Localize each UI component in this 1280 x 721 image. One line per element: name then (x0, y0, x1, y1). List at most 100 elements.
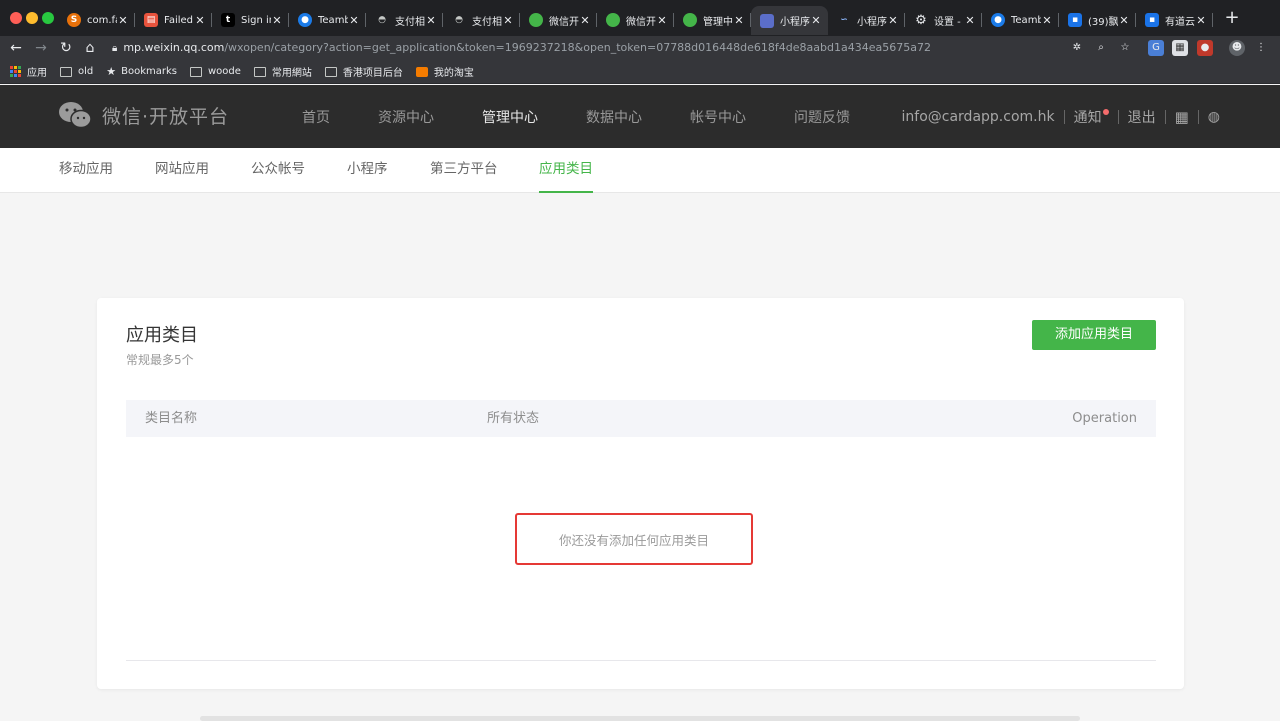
browser-tab[interactable]: ● Teamb ✕ (982, 7, 1059, 33)
browser-tab[interactable]: ▤ Failed ✕ (135, 7, 212, 33)
browser-tab[interactable]: 管理中 ✕ (674, 7, 751, 33)
divider (1117, 109, 1119, 124)
close-icon[interactable]: ✕ (810, 14, 822, 27)
close-icon[interactable]: ✕ (348, 14, 360, 27)
browser-tab[interactable]: t Sign in✕ (212, 7, 289, 33)
bookmark-label: 香港项目后台 (342, 68, 403, 79)
browser-tab[interactable]: ● Teamb ✕ (289, 7, 366, 33)
mail-icon: ▤ (144, 13, 158, 27)
translate-icon[interactable]: G (1148, 40, 1164, 56)
bookmark-folder[interactable]: ★ Bookmarks (106, 65, 177, 78)
minimize-window-button[interactable] (26, 12, 38, 24)
horizontal-scrollbar[interactable] (200, 716, 1080, 721)
tab-website-apps[interactable]: 网站应用 (155, 148, 209, 193)
zoom-icon[interactable]: ⌕ (1093, 40, 1109, 56)
tab-label: 微信开 (549, 16, 579, 28)
forward-icon[interactable]: → (32, 39, 50, 57)
back-icon[interactable]: ← (7, 39, 25, 57)
qr-extension-icon[interactable]: ▦ (1172, 40, 1188, 56)
close-icon[interactable]: ✕ (887, 14, 899, 27)
bookmark-folder[interactable]: 香港项目后台 (324, 64, 403, 79)
browser-tab[interactable]: ⚙ 设置 - ✕ (905, 7, 982, 33)
tab-mobile-apps[interactable]: 移动应用 (59, 148, 113, 193)
browser-tab[interactable]: ▪ (39)飘 ✕ (1059, 7, 1136, 33)
bookmarks-bar: 应用 old ★ Bookmarks woode 常用網站 香港项目后台 我的淘宝 (0, 60, 1280, 84)
notify-label: 通知 (1073, 109, 1102, 126)
nav-feedback[interactable]: 问题反馈 (794, 107, 850, 127)
menu-dots-icon[interactable]: ⋮ (1253, 40, 1269, 56)
divider (1063, 109, 1065, 124)
bookmark-apps[interactable]: 应用 (10, 64, 47, 79)
divider (1197, 109, 1199, 124)
star-icon[interactable]: ☆ (1117, 40, 1133, 56)
bookmark-link[interactable]: 我的淘宝 (415, 64, 474, 79)
globe-icon[interactable]: ◍ (1208, 109, 1220, 125)
notify-link[interactable]: 通知 (1074, 107, 1109, 127)
gear-icon: ⚙ (915, 12, 927, 28)
nav-data[interactable]: 数据中心 (586, 107, 642, 127)
tab-label: (39)飘 (1088, 16, 1118, 28)
nav-home[interactable]: 首页 (302, 107, 330, 127)
column-category-name: 类目名称 (145, 411, 198, 426)
browser-tab[interactable]: ∽ 小程序 ✕ (828, 7, 905, 33)
url-field[interactable]: 🔒︎ mp.weixin.qq.com/wxopen/category?actio… (112, 37, 931, 59)
reload-icon[interactable]: ↻ (57, 39, 75, 57)
column-status[interactable]: 所有状态 (487, 400, 539, 437)
close-icon[interactable]: ✕ (425, 14, 437, 27)
close-icon[interactable]: ✕ (964, 14, 976, 27)
account-email[interactable]: info@cardapp.com.hk (902, 109, 1055, 125)
nav-management[interactable]: 管理中心 (482, 107, 538, 127)
browser-tab[interactable]: ◓ 支付相 ✕ (443, 7, 520, 33)
nav-account[interactable]: 帐号中心 (690, 107, 746, 127)
lock-icon: 🔒︎ (112, 43, 118, 54)
tab-third-party-platform[interactable]: 第三方平台 (430, 148, 498, 193)
brand-logo[interactable]: 微信·开放平台 (58, 101, 229, 129)
browser-tab-active[interactable]: 小程序 ✕ (751, 6, 828, 35)
nav-resources[interactable]: 资源中心 (378, 107, 434, 127)
divider (126, 660, 1156, 661)
close-icon[interactable]: ✕ (194, 14, 206, 27)
browser-tab[interactable]: Scom.fa✕ (58, 7, 135, 33)
eye-icon: ◓ (455, 15, 463, 25)
divider (1164, 109, 1166, 124)
close-icon[interactable]: ✕ (117, 14, 129, 27)
zoom-window-button[interactable] (42, 12, 54, 24)
close-icon[interactable]: ✕ (502, 14, 514, 27)
profile-avatar-icon[interactable]: ☻ (1229, 40, 1245, 56)
logout-link[interactable]: 退出 (1128, 107, 1156, 127)
close-window-button[interactable] (10, 12, 22, 24)
tab-app-categories[interactable]: 应用类目 (539, 148, 593, 193)
tab-official-accounts[interactable]: 公众帐号 (251, 148, 305, 193)
browser-tab[interactable]: ▪ 有道云 ✕ (1136, 7, 1213, 33)
close-icon[interactable]: ✕ (1195, 14, 1207, 27)
s-icon: S (67, 13, 81, 27)
table-header: 类目名称 所有状态 Operation (126, 400, 1156, 437)
bookmark-folder[interactable]: old (60, 66, 93, 77)
puzzle-icon[interactable]: ✲ (1069, 40, 1085, 56)
taobao-icon (415, 66, 428, 77)
bookmark-folder[interactable]: woode (190, 66, 241, 77)
close-icon[interactable]: ✕ (271, 14, 283, 27)
tab-mini-programs[interactable]: 小程序 (347, 148, 388, 193)
home-icon[interactable]: ⌂ (81, 39, 99, 57)
close-icon[interactable]: ✕ (579, 14, 591, 27)
categories-card: 应用类目 常规最多5个 添加应用类目 类目名称 所有状态 Operation 你… (97, 298, 1184, 689)
close-icon[interactable]: ✕ (733, 14, 745, 27)
extension-icon[interactable]: ● (1197, 40, 1213, 56)
close-icon[interactable]: ✕ (1118, 14, 1130, 27)
url-host: mp.weixin.qq.com (123, 41, 225, 54)
tab-strip: Scom.fa✕ ▤Failed✕ tSign in✕ ●Teamb✕ ◓支付相… (58, 6, 1213, 36)
url-path: /wxopen/category?action=get_application&… (224, 41, 931, 54)
close-icon[interactable]: ✕ (656, 14, 668, 27)
new-tab-button[interactable]: + (1222, 8, 1242, 28)
tab-label: Failed (164, 14, 194, 26)
qrcode-icon[interactable]: ▦ (1175, 108, 1189, 126)
bookmark-folder[interactable]: 常用網站 (253, 64, 312, 79)
browser-tab[interactable]: 微信开 ✕ (597, 7, 674, 33)
add-category-button[interactable]: 添加应用类目 (1032, 320, 1156, 350)
folder-icon (190, 66, 202, 77)
browser-tab[interactable]: 微信开 ✕ (520, 7, 597, 33)
tab-label: 小程序 (780, 17, 810, 28)
browser-tab[interactable]: ◓ 支付相 ✕ (366, 7, 443, 33)
close-icon[interactable]: ✕ (1041, 14, 1053, 27)
